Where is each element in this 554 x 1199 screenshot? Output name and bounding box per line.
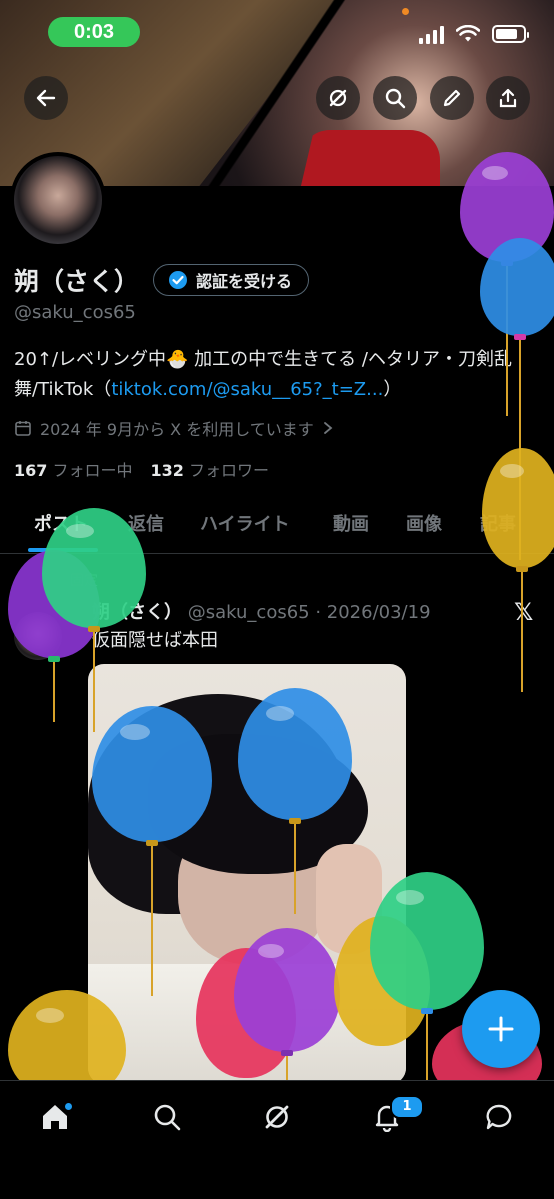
profile-bio: 20↑/レベリング中🐣 加工の中で生きてる /ヘタリア・刀剣乱舞/TikTok（… [14, 345, 534, 405]
share-icon [499, 88, 517, 108]
followers-link[interactable]: 132 フォロワー [151, 457, 270, 481]
x-logo-icon[interactable]: 𝕏 [514, 598, 533, 626]
followers-label: フォロワー [189, 461, 270, 480]
profile-avatar[interactable] [10, 152, 106, 248]
get-verified-button[interactable]: 認証を受ける [153, 264, 310, 296]
wifi-icon [456, 25, 480, 42]
nav-grok[interactable] [252, 1095, 302, 1139]
bio-end: ） [383, 379, 402, 400]
edit-button[interactable] [430, 76, 474, 120]
post-meta: @saku_cos65 · 2026/03/19 [187, 602, 431, 623]
verified-badge-icon [169, 271, 188, 289]
battery-icon [492, 25, 529, 43]
get-verified-label: 認証を受ける [196, 272, 293, 291]
grok-icon [265, 1105, 289, 1129]
grok-icon [329, 89, 347, 107]
pencil-icon [443, 89, 461, 107]
privacy-indicator [402, 8, 409, 15]
tab-highlights[interactable]: ハイライト [200, 510, 290, 536]
grok-button[interactable] [316, 76, 360, 120]
followers-count: 132 [150, 461, 184, 480]
message-icon [486, 1104, 512, 1130]
name-row: 朔（さく） 認証を受ける [14, 262, 310, 298]
post-text: 仮面隠せば本田 [92, 630, 218, 651]
nav-home[interactable] [30, 1095, 80, 1139]
joined-date[interactable]: 2024 年 9月から X を利用しています [14, 416, 334, 440]
profile-handle: @saku_cos65 [14, 302, 136, 323]
follow-stats: 167 フォロー中 132 フォロワー [14, 457, 269, 481]
status-icons [419, 24, 529, 44]
home-indicator-dot [65, 1103, 72, 1110]
compose-button[interactable] [462, 990, 540, 1068]
nav-notifications[interactable]: 1 [362, 1095, 424, 1139]
plus-icon [488, 1016, 514, 1042]
signal-icon [419, 24, 444, 44]
following-count: 167 [14, 461, 48, 480]
call-timer[interactable]: 0:03 [48, 17, 140, 47]
following-label: フォロー中 [52, 461, 133, 480]
notification-badge: 1 [390, 1095, 424, 1119]
nav-search[interactable] [142, 1095, 192, 1139]
tab-videos[interactable]: 動画 [333, 510, 369, 536]
joined-label: 2024 年 9月から X を利用しています [40, 420, 314, 439]
profile-name: 朔（さく） [14, 267, 140, 296]
tab-media[interactable]: 画像 [406, 510, 442, 536]
calendar-icon [15, 421, 31, 436]
post-header: 朔（さく） @saku_cos65 · 2026/03/19 [92, 598, 431, 624]
share-button[interactable] [486, 76, 530, 120]
chevron-right-icon [323, 422, 333, 434]
arrow-left-icon [36, 89, 56, 107]
bio-link[interactable]: tiktok.com/@saku__65?_t=Z... [111, 379, 383, 400]
search-icon [385, 88, 406, 109]
back-button[interactable] [24, 76, 68, 120]
bottom-nav: 1 [0, 1080, 554, 1199]
following-link[interactable]: 167 フォロー中 [14, 457, 133, 481]
search-icon [154, 1104, 181, 1131]
search-button[interactable] [373, 76, 417, 120]
nav-messages[interactable] [474, 1095, 524, 1139]
